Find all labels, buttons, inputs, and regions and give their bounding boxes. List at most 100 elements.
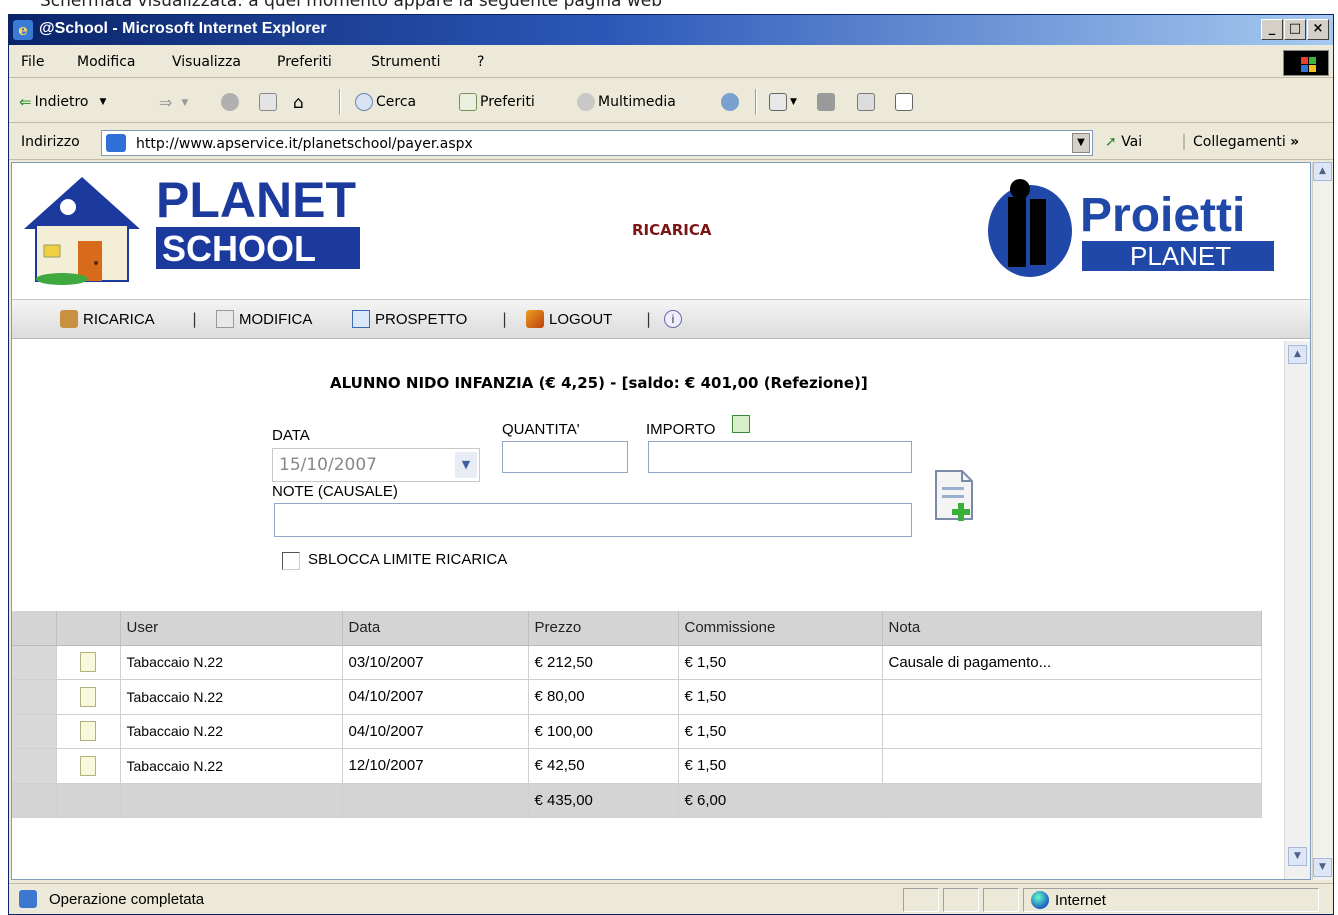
address-input[interactable]: http://www.apservice.it/planetschool/pay…: [101, 130, 1093, 156]
column-header-fee[interactable]: Commissione: [678, 611, 883, 646]
row-handle[interactable]: [12, 748, 57, 784]
edit-button[interactable]: [857, 93, 875, 111]
maximize-button[interactable]: □: [1284, 19, 1306, 40]
favorites-star-icon: [459, 93, 477, 111]
document-caption: Schermata visualizzata: a quel momento a…: [0, 0, 1338, 14]
caption-text: Schermata visualizzata: a quel momento a…: [40, 0, 663, 11]
cell-note: [882, 714, 1262, 749]
ricarica-form-panel: ALUNNO NIDO INFANZIA (€ 4,25) - [saldo: …: [12, 341, 1284, 879]
add-document-button[interactable]: [932, 469, 978, 525]
minimize-button[interactable]: _: [1261, 19, 1283, 40]
row-handle[interactable]: [12, 679, 57, 715]
row-handle[interactable]: [12, 714, 57, 749]
total-price: € 435,00: [528, 783, 679, 818]
forward-button[interactable]: ⇒ ▼: [159, 93, 188, 112]
cell-price: € 42,50: [528, 748, 679, 784]
page-scrollbar[interactable]: ▲ ▼: [1312, 162, 1332, 880]
forward-arrow-icon: ⇒: [159, 93, 173, 112]
amount-input[interactable]: [648, 441, 912, 473]
history-button[interactable]: [721, 93, 739, 111]
media-button[interactable]: Multimedia: [577, 93, 676, 111]
wallet-icon: [60, 310, 78, 328]
date-value: 15/10/2007: [279, 455, 377, 475]
inner-scrollbar[interactable]: ▲ ▼: [1284, 341, 1310, 879]
windows-logo-icon: [1283, 50, 1329, 76]
calculator-icon[interactable]: [732, 415, 750, 433]
page-title: RICARICA: [632, 221, 712, 239]
logo-line1: PLANET: [156, 172, 356, 228]
menu-help[interactable]: ?: [477, 54, 484, 70]
title-bar[interactable]: e @School - Microsoft Internet Explorer …: [9, 15, 1333, 45]
nav-ricarica[interactable]: RICARICA: [60, 310, 155, 328]
address-dropdown[interactable]: ▼: [1072, 133, 1090, 153]
standard-toolbar: ⇐ Indietro ▼ ⇒ ▼ ⌂ Cerca Preferiti Multi…: [9, 79, 1333, 123]
stop-button[interactable]: [221, 93, 239, 111]
refresh-button[interactable]: [259, 93, 277, 111]
note-input[interactable]: [274, 503, 912, 537]
print-button[interactable]: [817, 93, 835, 111]
app-nav-bar: RICARICA | MODIFICA PROSPETTO | LOGOUT |…: [12, 299, 1310, 339]
table-row[interactable]: Tabaccaio N.22 04/10/2007 € 80,00 € 1,50: [12, 679, 1262, 715]
column-header-date[interactable]: Data: [342, 611, 529, 646]
cell-user: Tabaccaio N.22: [120, 645, 343, 680]
nav-prospetto[interactable]: PROSPETTO: [352, 310, 467, 328]
planet-school-logo: PLANET SCHOOL: [24, 172, 360, 285]
window-title: @School - Microsoft Internet Explorer: [39, 20, 327, 37]
menu-file[interactable]: File: [21, 54, 44, 70]
home-button[interactable]: ⌂: [293, 93, 304, 113]
scroll-up-arrow-icon[interactable]: ▲: [1313, 162, 1332, 181]
refresh-icon: [259, 93, 277, 111]
favorites-button[interactable]: Preferiti: [459, 93, 535, 111]
table-row[interactable]: Tabaccaio N.22 03/10/2007 € 212,50 € 1,5…: [12, 645, 1262, 680]
document-icon[interactable]: [80, 755, 96, 776]
column-header-price[interactable]: Prezzo: [528, 611, 679, 646]
table-row[interactable]: Tabaccaio N.22 04/10/2007 € 100,00 € 1,5…: [12, 714, 1262, 749]
nav-modifica[interactable]: MODIFICA: [216, 310, 312, 328]
browser-window: e @School - Microsoft Internet Explorer …: [8, 14, 1334, 915]
links-button[interactable]: Collegamenti »: [1183, 134, 1299, 150]
scroll-down-arrow-icon[interactable]: ▼: [1288, 847, 1307, 866]
media-icon: [577, 93, 595, 111]
cell-note: [882, 679, 1262, 715]
cell-fee: € 1,50: [678, 645, 883, 680]
document-icon[interactable]: [80, 686, 96, 707]
menu-preferiti[interactable]: Preferiti: [277, 54, 332, 70]
search-button[interactable]: Cerca: [355, 93, 416, 111]
nav-logout[interactable]: LOGOUT: [526, 310, 612, 328]
chevron-down-icon: ▼: [99, 97, 107, 107]
menu-modifica[interactable]: Modifica: [77, 54, 136, 70]
cell-fee: € 1,50: [678, 679, 883, 715]
document-icon[interactable]: [80, 652, 96, 673]
logo-line2: SCHOOL: [162, 228, 316, 269]
table-row[interactable]: Tabaccaio N.22 12/10/2007 € 42,50 € 1,50: [12, 748, 1262, 784]
go-button[interactable]: ➚ Vai: [1105, 134, 1142, 150]
scroll-down-arrow-icon[interactable]: ▼: [1313, 858, 1332, 877]
document-icon[interactable]: [80, 721, 96, 742]
close-button[interactable]: ×: [1307, 19, 1329, 40]
unlock-limit-checkbox[interactable]: [282, 552, 300, 570]
discuss-button[interactable]: [895, 93, 913, 111]
column-header-note[interactable]: Nota: [882, 611, 1262, 646]
menu-visualizza[interactable]: Visualizza: [172, 54, 241, 70]
mail-button[interactable]: ▼: [769, 93, 797, 111]
nav-info[interactable]: i: [664, 310, 682, 328]
cell-date: 04/10/2007: [342, 679, 529, 715]
date-picker[interactable]: 15/10/2007 ▼: [272, 448, 480, 482]
note-label: NOTE (CAUSALE): [272, 483, 398, 500]
quantity-label: QUANTITA': [502, 421, 580, 438]
quantity-input[interactable]: [502, 441, 628, 473]
row-handle[interactable]: [12, 645, 57, 680]
menu-strumenti[interactable]: Strumenti: [371, 54, 441, 70]
back-button[interactable]: ⇐ Indietro ▼: [19, 93, 106, 111]
table-header-row: User Data Prezzo Commissione Nota: [12, 611, 1262, 646]
chevron-down-icon: ▼: [790, 97, 797, 107]
mail-icon: [769, 93, 787, 111]
chevron-down-icon[interactable]: ▼: [455, 452, 477, 478]
edit-icon: [216, 310, 234, 328]
scroll-up-arrow-icon[interactable]: ▲: [1288, 345, 1307, 364]
report-icon: [352, 310, 370, 328]
cell-price: € 212,50: [528, 645, 679, 680]
column-header-user[interactable]: User: [120, 611, 343, 646]
cell-user: Tabaccaio N.22: [120, 679, 343, 715]
edit-icon: [857, 93, 875, 111]
